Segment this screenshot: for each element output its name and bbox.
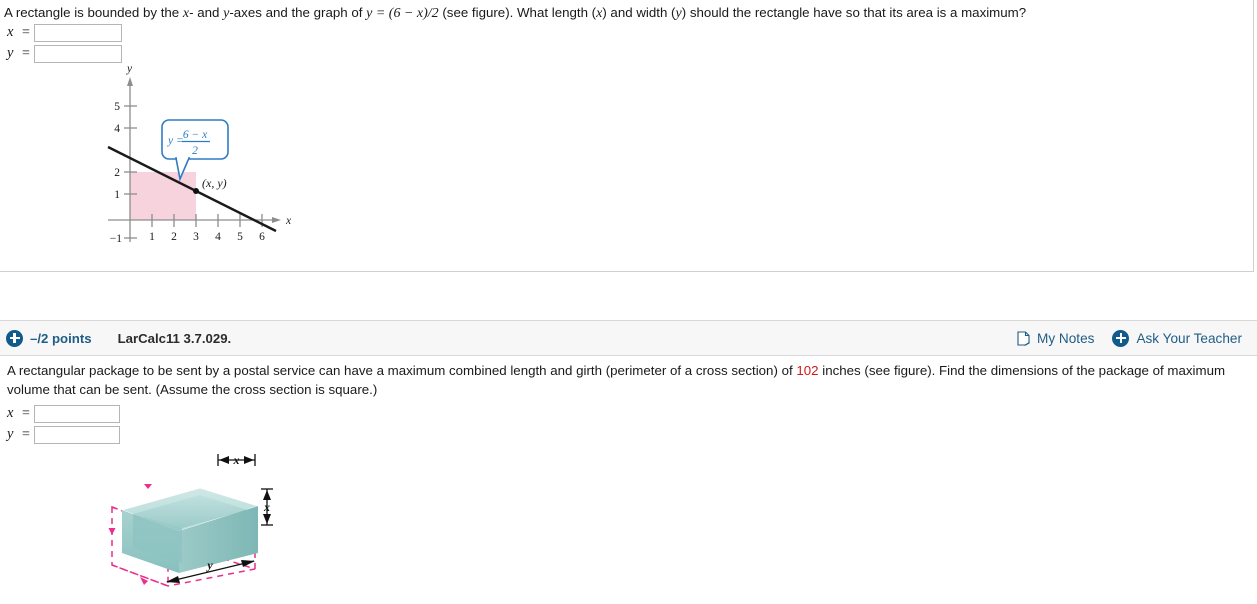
box-diagram-svg: x x y [108, 453, 273, 588]
answer-row-x: x = [0, 22, 1253, 43]
y-tick-label-4: 4 [114, 123, 120, 135]
dim-top-arrow-right [244, 456, 254, 464]
my-notes-button[interactable]: My Notes [1017, 331, 1094, 346]
girth-arrow-top [144, 484, 152, 489]
question-1-panel: A rectangle is bounded by the x - and y -a… [0, 0, 1254, 272]
prompt-equation: y = (6 − x)/2 [366, 6, 439, 21]
y-tick-label-1: 1 [114, 189, 120, 201]
callout-numerator: 6 − x [183, 129, 208, 141]
q2-answer-label-x: x [7, 405, 14, 421]
axis-label-x: x [285, 215, 292, 227]
dim-side-arrow-top [263, 490, 271, 500]
q2-answer-row-y: y = [0, 424, 1257, 445]
question-1-figure: y = 6 − x 2 (x, y) y x 5 4 2 1 −1 1 2 3 … [100, 62, 305, 247]
axis-label-y: y [126, 63, 133, 75]
y-tick-label-2: 2 [114, 167, 120, 179]
x-tick-label-2: 2 [171, 231, 177, 243]
question-2-answers: x = y = [0, 403, 1257, 445]
x-tick-label-3: 3 [193, 231, 199, 243]
note-page-icon [1017, 330, 1030, 346]
callout-denominator: 2 [192, 145, 198, 157]
ask-your-teacher-button[interactable]: Ask Your Teacher [1112, 329, 1242, 347]
y-tick-label-minus1: −1 [110, 233, 122, 245]
question-1-prompt: A rectangle is bounded by the x- and y-a… [0, 0, 1253, 22]
q2-answer-row-x: x = [0, 403, 1257, 424]
my-notes-label: My Notes [1037, 330, 1095, 346]
question-2-y-input[interactable] [33, 425, 120, 444]
x-axis-arrow [272, 217, 281, 223]
dim-length-label: y [205, 558, 213, 572]
prompt-text-4: (see figure). What length ( [438, 5, 597, 20]
q2-prompt-value: 102 [796, 363, 819, 378]
question-code: LarCalc11 3.7.029. [117, 330, 232, 346]
shaded-rectangle [130, 172, 196, 220]
prompt-text-5: ) and width ( [602, 5, 676, 20]
answer-equals-y: = [22, 45, 30, 61]
header-actions: My Notes Ask Your Teacher [1017, 329, 1242, 347]
girth-arrow-left [108, 528, 116, 535]
answer-label-x: x [7, 24, 14, 40]
plus-circle-icon[interactable] [6, 329, 23, 347]
question-2-prompt: A rectangular package to be sent by a po… [0, 362, 1257, 399]
q2-answer-equals-x: = [22, 405, 30, 421]
question-2-header-bar: –/2 points LarCalc11 3.7.029. My Notes A… [0, 320, 1257, 356]
prompt-text-3: -axes and the graph of [229, 5, 367, 20]
question-1-y-input[interactable] [33, 44, 122, 63]
prompt-text-6: ) should the rectangle have so that its … [681, 5, 1027, 20]
q2-prompt-text-1: A rectangular package to be sent by a po… [7, 363, 797, 378]
x-tick-label-4: 4 [215, 231, 221, 243]
point-label: (x, y) [202, 176, 227, 190]
dim-top-label: x [233, 453, 240, 467]
dim-length-arrow-right [241, 560, 255, 567]
q2-answer-equals-y: = [22, 426, 30, 442]
plus-circle-icon-teacher [1112, 329, 1130, 347]
q2-answer-label-y: y [7, 426, 14, 442]
prompt-text-1: A rectangle is bounded by the [4, 5, 183, 20]
question-2-figure: x x y [100, 443, 310, 601]
x-tick-label-6: 6 [259, 231, 265, 243]
y-axis-arrow [127, 77, 133, 86]
callout-lhs: y = [167, 135, 184, 147]
dim-side-arrow-bot [263, 514, 271, 524]
x-tick-label-5: 5 [237, 231, 243, 243]
answer-equals-x: = [22, 24, 30, 40]
points-label: –/2 points [30, 330, 92, 346]
point-marker [193, 188, 199, 194]
question-2-panel: A rectangular package to be sent by a po… [0, 362, 1257, 445]
answer-label-y: y [7, 45, 14, 61]
y-tick-label-5: 5 [114, 101, 120, 113]
dim-top-arrow-left [219, 456, 229, 464]
ask-your-teacher-label: Ask Your Teacher [1136, 330, 1242, 346]
line-graph-svg: y = 6 − x 2 (x, y) y x 5 4 2 1 −1 1 2 3 … [107, 63, 292, 245]
question-2-x-input[interactable] [33, 404, 120, 423]
prompt-text-2: - and [189, 5, 224, 20]
question-1-x-input[interactable] [33, 23, 122, 42]
x-tick-label-1: 1 [149, 231, 155, 243]
dim-side-label: x [263, 500, 270, 514]
answer-row-y: y = [0, 43, 1253, 64]
